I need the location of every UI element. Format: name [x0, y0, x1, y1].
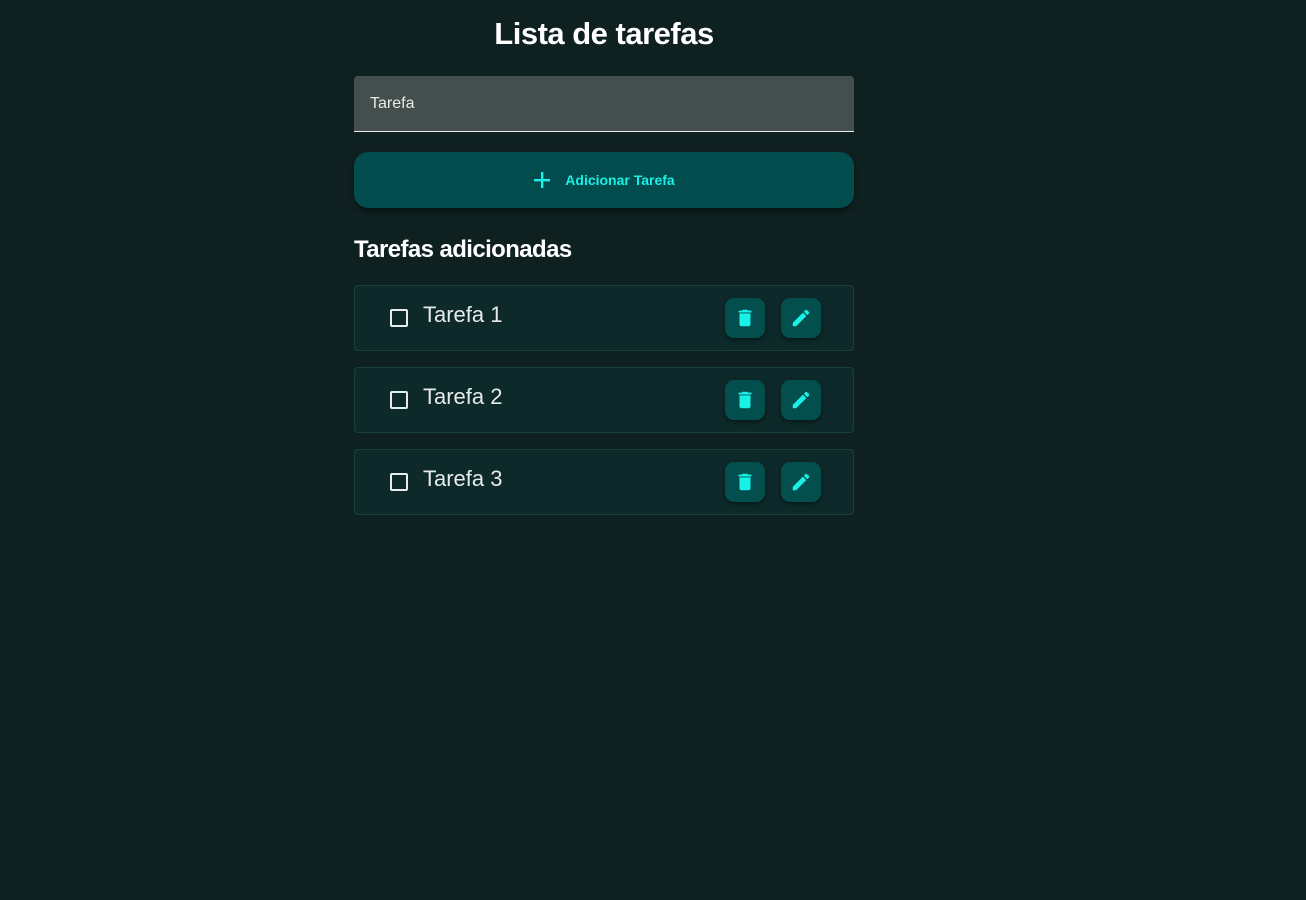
task-checkbox[interactable] [390, 309, 408, 327]
task-checkbox[interactable] [390, 391, 408, 409]
edit-task-button[interactable] [781, 380, 821, 420]
pencil-icon [792, 473, 810, 491]
task-input-field[interactable] [354, 76, 854, 132]
delete-task-button[interactable] [725, 380, 765, 420]
add-task-button[interactable]: Adicionar Tarefa [354, 152, 854, 208]
pencil-icon [792, 391, 810, 409]
task-item: Tarefa 2 [354, 367, 854, 433]
task-item: Tarefa 1 [354, 285, 854, 351]
task-list: Tarefa 1 Tarefa 2 Tarefa 3 [354, 285, 854, 531]
task-label: Tarefa 3 [423, 466, 503, 491]
app-container: Lista de tarefas Adicionar Tarefa Tarefa… [354, 0, 854, 515]
task-label: Tarefa 2 [423, 384, 503, 409]
trash-icon [738, 473, 752, 491]
add-task-button-label: Adicionar Tarefa [565, 172, 675, 188]
trash-icon [738, 309, 752, 327]
page-title: Lista de tarefas [494, 16, 714, 51]
section-title: Tarefas adicionadas [354, 236, 572, 263]
task-label: Tarefa 1 [423, 302, 503, 327]
delete-task-button[interactable] [725, 462, 765, 502]
pencil-icon [792, 309, 810, 327]
task-input[interactable] [370, 76, 838, 131]
task-checkbox[interactable] [390, 473, 408, 491]
edit-task-button[interactable] [781, 298, 821, 338]
plus-icon [534, 172, 551, 188]
delete-task-button[interactable] [725, 298, 765, 338]
edit-task-button[interactable] [781, 462, 821, 502]
trash-icon [738, 391, 752, 409]
task-item: Tarefa 3 [354, 449, 854, 515]
